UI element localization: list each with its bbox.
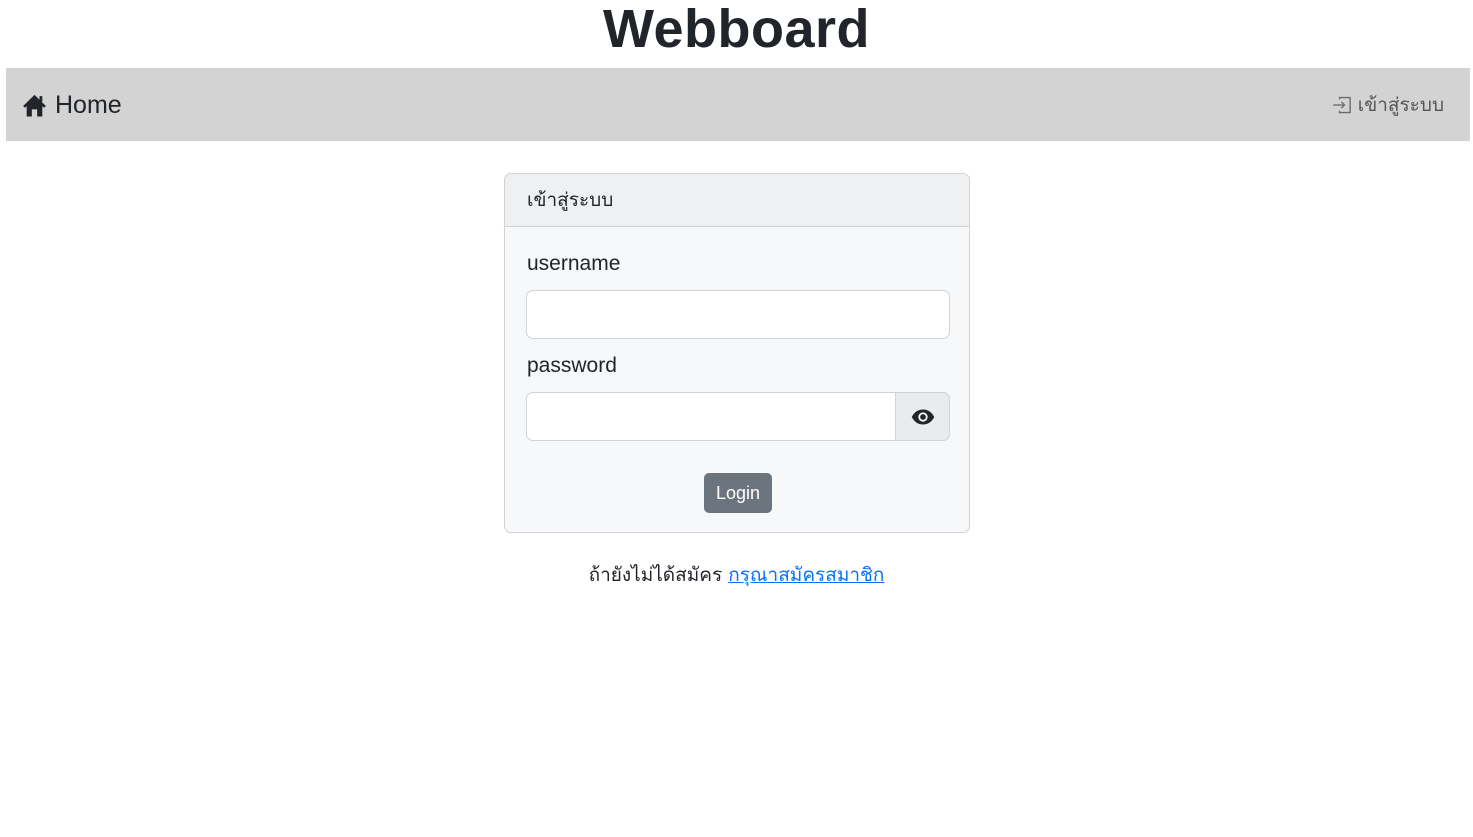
username-input[interactable] — [526, 290, 950, 339]
box-arrow-in-right-icon — [1332, 95, 1352, 115]
login-nav-label: เข้าสู่ระบบ — [1357, 94, 1444, 116]
register-prompt: ถ้ายังไม่ได้สมัคร กรุณาสมัครสมาชิก — [0, 560, 1473, 590]
login-link[interactable]: เข้าสู่ระบบ — [1332, 92, 1444, 118]
page-title: Webboard — [602, 0, 870, 59]
register-link[interactable]: กรุณาสมัครสมาชิก — [728, 564, 884, 586]
password-group — [526, 392, 950, 441]
card-title: เข้าสู่ระบบ — [527, 189, 614, 211]
login-card: เข้าสู่ระบบ username password Login — [504, 173, 970, 533]
eye-icon — [911, 409, 934, 424]
login-button[interactable]: Login — [704, 473, 772, 513]
username-label: username — [527, 252, 621, 275]
card-header: เข้าสู่ระบบ — [505, 174, 969, 227]
home-link[interactable]: Home — [22, 90, 122, 120]
password-label: password — [527, 354, 617, 377]
house-icon — [22, 93, 47, 118]
toggle-password-button[interactable] — [896, 392, 950, 441]
home-label: Home — [55, 91, 122, 119]
register-prompt-text: ถ้ายังไม่ได้สมัคร — [588, 564, 723, 586]
navbar: Home เข้าสู่ระบบ — [6, 68, 1470, 141]
password-input[interactable] — [526, 392, 896, 441]
